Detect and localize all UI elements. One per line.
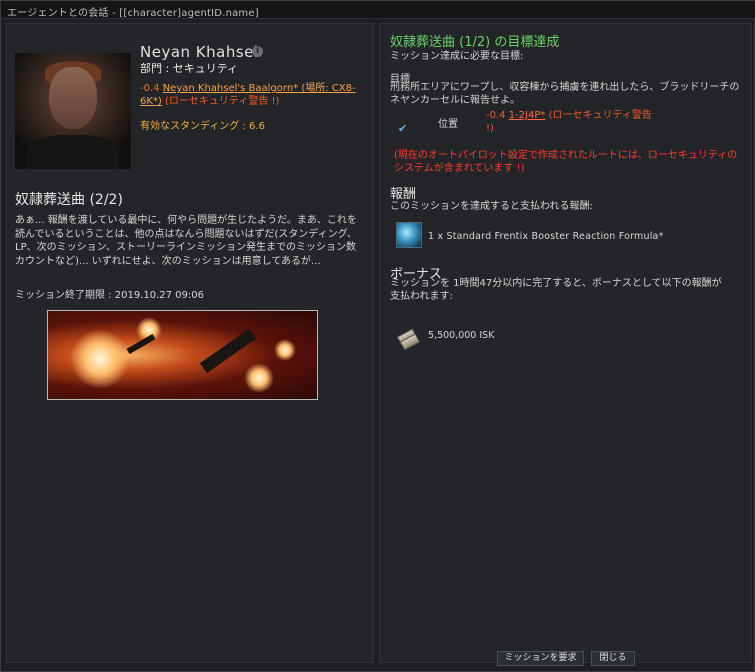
window-title: エージェントとの会話 - [[character]agentID.name] — [7, 8, 259, 19]
mission-image — [47, 310, 318, 400]
reward-item: 1 x Standard Frentix Booster Reaction Fo… — [428, 231, 664, 242]
agent-portrait[interactable] — [15, 53, 131, 169]
agent-name: Neyan Khahsel — [140, 43, 259, 61]
bonus-amount: 5,500,000 ISK — [428, 330, 495, 341]
objective-location: -0.4 1-2J4P* (ローセキュリティ警告 !) — [486, 110, 656, 135]
rewards-subtitle: このミッションを達成すると支払われる報酬: — [390, 201, 593, 212]
objective-location-label: 位置 — [438, 119, 458, 130]
mission-text: あぁ... 報酬を渡している最中に、何やら問題が生じたようだ。まあ、これを読んで… — [15, 215, 357, 267]
objective-location-link[interactable]: 1-2J4P* — [509, 110, 546, 121]
image-flare — [70, 329, 130, 389]
request-mission-button[interactable]: ミッションを要求 — [497, 651, 584, 666]
isk-icon[interactable] — [396, 326, 421, 352]
portrait-shirt — [27, 135, 119, 169]
image-flare — [244, 363, 274, 393]
agent-info-pane: Neyan Khahsel i 部門 : セキュリティ -0.4 Neyan K… — [6, 23, 374, 663]
goal-text: 刑務所エリアにワープし、収容棟から捕虜を連れ出したら、ブラッドリーチのネヤンカー… — [390, 82, 740, 106]
portrait-face — [49, 67, 97, 129]
agent-location-warning: (ローセキュリティ警告 !) — [165, 96, 280, 107]
mission-expiry: ミッション終了期限 : 2019.10.27 09:06 — [15, 290, 204, 301]
objective-location-security: -0.4 — [486, 110, 506, 121]
info-icon[interactable]: i — [252, 46, 263, 57]
check-icon: ✔ — [398, 122, 408, 135]
agent-conversation-window: エージェントとの会話 - [[character]agentID.name] N… — [0, 0, 755, 672]
agent-division: 部門 : セキュリティ — [140, 62, 239, 75]
close-button[interactable]: 閉じる — [591, 651, 635, 666]
agent-location: -0.4 Neyan Khahsel's Baalgorn* (場所: CX8-… — [140, 82, 365, 108]
booster-formula-icon[interactable] — [396, 222, 422, 248]
image-flare — [274, 339, 296, 361]
objectives-subtitle: ミッション達成に必要な目標: — [390, 51, 524, 62]
route-warning: (現在のオートパイロット設定で作成されたルートには、ローセキュリティのシステムが… — [394, 150, 738, 174]
mission-heading: 奴隷葬送曲 (2/2) — [15, 192, 123, 208]
objectives-pane: 奴隷葬送曲 (1/2) の目標達成 ミッション達成に必要な目標: 目標 刑務所エ… — [379, 23, 752, 663]
bonus-subtitle: ミッションを 1時間47分以内に完了すると、ボーナスとして以下の報酬が支払われま… — [390, 278, 722, 302]
effective-standing: 有効なスタンディング : 6.6 — [140, 121, 265, 132]
agent-location-security: -0.4 — [140, 83, 160, 94]
window-titlebar[interactable]: エージェントとの会話 - [[character]agentID.name] — [1, 1, 755, 19]
